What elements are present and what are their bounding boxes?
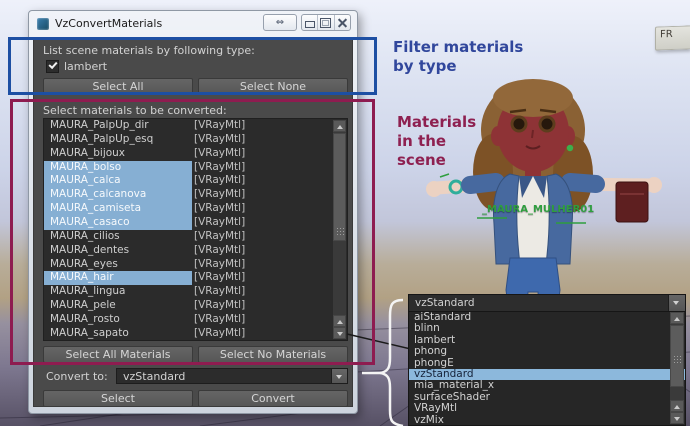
character-face bbox=[491, 79, 575, 172]
material-row[interactable]: MAURA_sapato [VRayMtl] bbox=[44, 327, 347, 341]
dropdown-option-list[interactable]: aiStandard blinn lambert phong phongE vz… bbox=[408, 312, 686, 426]
scrollbar-thumb[interactable] bbox=[670, 325, 684, 387]
viewport-corner-panel: FR bbox=[655, 25, 690, 50]
scrollbar-thumb[interactable] bbox=[333, 133, 346, 241]
materials-annotation-text: Materials in the scene bbox=[397, 113, 476, 169]
material-row[interactable]: MAURA_casaco [VRayMtl] bbox=[44, 216, 347, 230]
convert-button[interactable]: Convert bbox=[198, 390, 348, 407]
materials-scrollbar[interactable] bbox=[333, 120, 346, 339]
dock-toggle-button[interactable]: ⇔ bbox=[263, 14, 297, 31]
restore-icon bbox=[320, 18, 331, 28]
select-all-types-button[interactable]: Select All bbox=[43, 78, 193, 95]
select-all-materials-button[interactable]: Select All Materials bbox=[43, 346, 193, 363]
grip-icon bbox=[673, 355, 681, 364]
chevron-down-icon[interactable] bbox=[668, 295, 685, 311]
material-row[interactable]: MAURA_PalpUp_dir [VRayMtl] bbox=[44, 119, 347, 133]
material-row[interactable]: MAURA_pele [VRayMtl] bbox=[44, 299, 347, 313]
character-arms bbox=[426, 177, 662, 197]
material-row[interactable]: MAURA_hair [VRayMtl] bbox=[44, 271, 347, 285]
dropdown-option[interactable]: vzMix bbox=[409, 415, 685, 426]
grip-icon bbox=[336, 227, 344, 236]
scroll-up-button[interactable] bbox=[333, 120, 346, 132]
chevron-down-icon[interactable] bbox=[331, 369, 347, 383]
material-row[interactable]: MAURA_camiseta [VRayMtl] bbox=[44, 202, 347, 216]
convert-to-dropdown[interactable]: vzStandard bbox=[116, 368, 348, 384]
filter-annotation-text: Filter materials by type bbox=[393, 38, 523, 76]
app-icon bbox=[37, 18, 49, 30]
dropdown-option[interactable]: aiStandard bbox=[409, 312, 685, 323]
scroll-down-button[interactable] bbox=[670, 412, 684, 424]
selected-object-label: _MAURA_MULHER01 bbox=[482, 204, 594, 215]
character-hair bbox=[473, 80, 593, 212]
material-row[interactable]: MAURA_PalpUp_esq [VRayMtl] bbox=[44, 133, 347, 147]
shader-type-dropdown-panel: vzStandard aiStandard blinn lambert phon… bbox=[408, 294, 686, 426]
maximize-button[interactable] bbox=[317, 15, 333, 30]
minimize-icon bbox=[305, 21, 315, 28]
filter-section-label: List scene materials by following type: bbox=[43, 44, 255, 57]
character-jacket bbox=[470, 174, 596, 264]
material-row[interactable]: MAURA_lingua [VRayMtl] bbox=[44, 285, 347, 299]
filter-type-checkbox[interactable]: lambert bbox=[46, 60, 107, 73]
material-row[interactable]: MAURA_cilios [VRayMtl] bbox=[44, 230, 347, 244]
scroll-up-button-2[interactable] bbox=[333, 315, 346, 327]
material-row[interactable]: MAURA_bolso [VRayMtl] bbox=[44, 161, 347, 175]
character-shirt bbox=[510, 168, 556, 262]
dropdown-scrollbar[interactable] bbox=[670, 312, 684, 424]
select-none-types-button[interactable]: Select None bbox=[198, 78, 348, 95]
select-no-materials-button[interactable]: Select No Materials bbox=[198, 346, 348, 363]
material-row[interactable]: MAURA_bijoux [VRayMtl] bbox=[44, 147, 347, 161]
material-row[interactable]: MAURA_dentes [VRayMtl] bbox=[44, 244, 347, 258]
minimize-button[interactable] bbox=[302, 15, 317, 30]
title-bar[interactable]: VzConvertMaterials ⇔ bbox=[29, 11, 357, 37]
character-model bbox=[398, 52, 690, 320]
character-bracelet bbox=[450, 181, 462, 193]
scroll-up-button[interactable] bbox=[670, 312, 684, 324]
character-purse bbox=[616, 182, 648, 222]
close-icon bbox=[337, 17, 348, 28]
scroll-down-button[interactable] bbox=[333, 327, 346, 339]
materials-list[interactable]: MAURA_PalpUp_dir [VRayMtl] MAURA_PalpUp_… bbox=[43, 118, 348, 341]
material-row[interactable]: MAURA_rosto [VRayMtl] bbox=[44, 313, 347, 327]
scroll-up-button-2[interactable] bbox=[670, 400, 684, 412]
material-row[interactable]: MAURA_calca [VRayMtl] bbox=[44, 174, 347, 188]
materials-section-label: Select materials to be converted: bbox=[43, 104, 227, 117]
close-button[interactable] bbox=[334, 15, 350, 30]
vzconvertmaterials-window: VzConvertMaterials ⇔ List scene material… bbox=[28, 10, 358, 414]
character-earring bbox=[567, 145, 573, 151]
select-button[interactable]: Select bbox=[43, 390, 193, 407]
convert-to-label: Convert to: bbox=[46, 370, 108, 383]
dropdown-value-field[interactable]: vzStandard bbox=[408, 294, 686, 312]
checkbox-icon bbox=[46, 60, 59, 73]
dropdown-option[interactable]: lambert bbox=[409, 335, 685, 346]
dropdown-option[interactable]: VRayMtl bbox=[409, 403, 685, 414]
window-title: VzConvertMaterials bbox=[55, 17, 162, 30]
swap-icon: ⇔ bbox=[276, 17, 284, 28]
material-row[interactable]: MAURA_calcanova [VRayMtl] bbox=[44, 188, 347, 202]
material-row[interactable]: MAURA_eyes [VRayMtl] bbox=[44, 258, 347, 272]
dialog-client-area: List scene materials by following type: … bbox=[33, 37, 353, 407]
